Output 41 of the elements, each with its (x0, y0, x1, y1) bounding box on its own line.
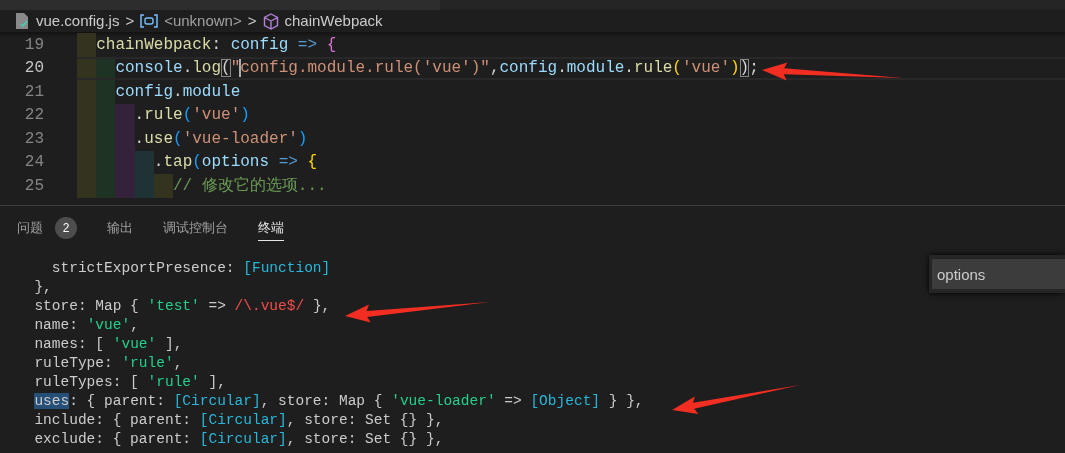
variable-icon (140, 14, 159, 28)
terminal-line: }, (34, 278, 52, 297)
indent-guide (96, 174, 116, 198)
panel-tab[interactable]: 终端 (258, 215, 284, 241)
code-line: // 修改它的选项... (173, 175, 327, 197)
line-number: 23 (23, 128, 44, 150)
breadcrumb-item[interactable]: chainWebpack (284, 9, 383, 33)
chevron-separator: > (247, 10, 257, 31)
code-line: chainWebpack: config => { (96, 34, 337, 56)
line-number: 19 (23, 34, 44, 56)
code-line: console.log("config.module.rule('vue')",config.module.rule('vue')); (115, 58, 759, 80)
line-number: 20 (23, 58, 44, 80)
code-line: config.module (115, 81, 241, 103)
panel-tab[interactable]: 输出 (107, 215, 133, 241)
line-number: 21 (23, 81, 44, 103)
cube-icon (262, 12, 279, 30)
code-line: .tap(options => { (153, 152, 318, 174)
count-badge: 2 (55, 217, 77, 239)
terminal-line: names: [ 'vue' ], (34, 335, 183, 354)
indent-guide (115, 103, 135, 127)
terminal-line: strictExportPresence: [Function] (51, 259, 331, 278)
terminal-line: exclude: { parent: [Circular], store: Set {} }, (34, 430, 444, 449)
panel-tab[interactable]: 调试控制台 (163, 215, 228, 241)
indent-guide (115, 174, 135, 198)
panel-tab[interactable]: 问题 (17, 215, 43, 241)
breadcrumb-item[interactable]: <unknown> (164, 9, 242, 33)
find-input[interactable]: options (932, 259, 1065, 289)
line-number: 24 (23, 152, 44, 174)
file-name[interactable]: vue.config.js (36, 9, 120, 33)
line-number: 22 (23, 105, 44, 127)
code-line: .use('vue-loader') (134, 128, 308, 150)
terminal-line: ruleType: 'rule', (34, 354, 183, 373)
terminal-line: ruleTypes: [ 'rule' ], (34, 373, 226, 392)
terminal-line: name: 'vue', (34, 316, 139, 335)
terminal-line: store: Map { 'test' => /\.vue$/ }, (34, 297, 331, 316)
line-number: 25 (23, 175, 44, 197)
code-line: .rule('vue') (134, 105, 250, 127)
terminal-line: include: { parent: [Circular], store: Set {} }, (34, 411, 444, 430)
chevron-separator: > (125, 10, 135, 31)
terminal-line: uses: { parent: [Circular], store: Map { 'vue-loader' => [Object] } }, (34, 392, 644, 411)
file-icon (14, 12, 30, 30)
